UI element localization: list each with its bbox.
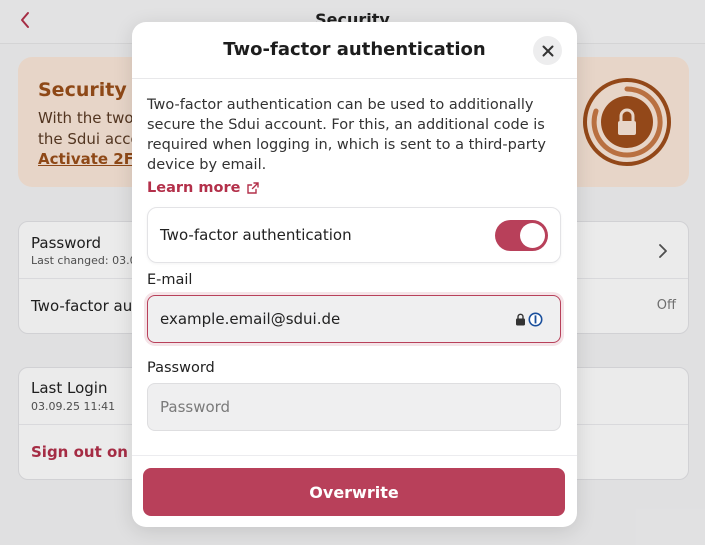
email-field-label: E-mail — [147, 272, 193, 288]
email-field[interactable] — [147, 295, 561, 343]
password-field-label: Password — [147, 360, 215, 376]
password-field[interactable] — [147, 383, 561, 431]
learn-more-link[interactable]: Learn more — [147, 180, 260, 196]
two-factor-toggle[interactable] — [495, 220, 548, 251]
two-factor-toggle-row: Two-factor authentication — [147, 207, 561, 263]
footer-divider — [132, 455, 577, 456]
external-link-icon — [247, 182, 260, 194]
close-icon — [542, 45, 553, 56]
lock-icon — [516, 313, 525, 325]
close-button[interactable] — [533, 36, 562, 65]
password-manager-icon[interactable] — [515, 310, 543, 328]
toggle-knob — [520, 223, 545, 248]
overwrite-button[interactable]: Overwrite — [143, 468, 565, 516]
modal-description: Two-factor authentication can be used to… — [147, 97, 546, 173]
modal-header: Two-factor authentication — [132, 22, 577, 79]
info-circle-icon — [528, 312, 543, 326]
learn-more-label: Learn more — [147, 180, 241, 196]
two-factor-modal: Two-factor authentication Two-factor aut… — [132, 22, 577, 527]
two-factor-toggle-label: Two-factor authentication — [160, 226, 352, 244]
modal-title: Two-factor authentication — [223, 39, 486, 60]
